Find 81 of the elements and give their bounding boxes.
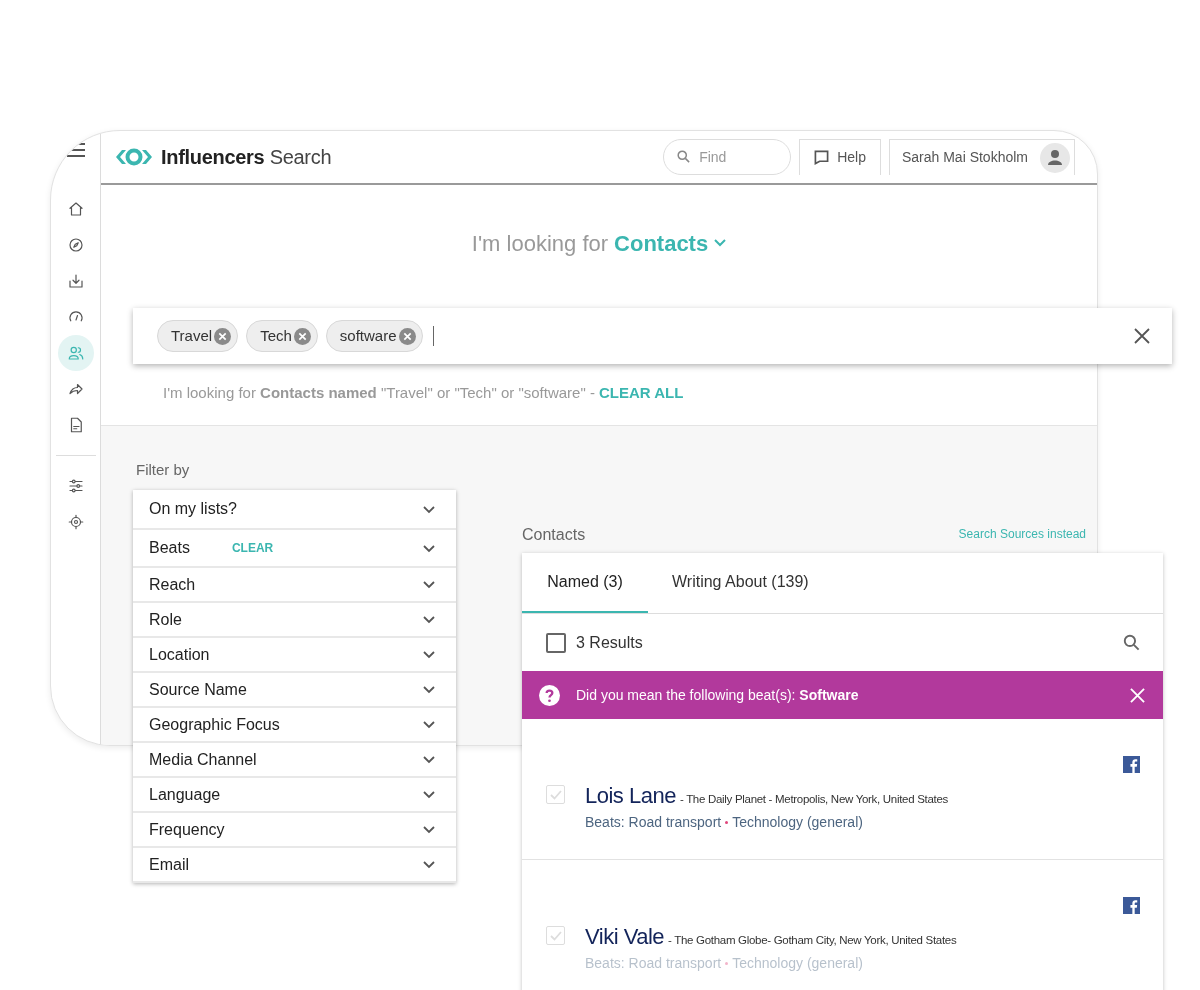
chevron-down-icon xyxy=(422,720,436,729)
results-heading: Contacts xyxy=(522,525,586,545)
avatar-icon xyxy=(1040,142,1070,173)
remove-icon[interactable] xyxy=(293,327,311,345)
chevron-down-icon xyxy=(422,504,436,514)
download-icon xyxy=(66,272,85,290)
filter-label: Frequency xyxy=(149,819,225,840)
search-chip[interactable]: software xyxy=(325,320,423,352)
chevron-down-icon xyxy=(422,860,436,869)
filter-heading: Filter by xyxy=(136,460,190,480)
filter-label: Source Name xyxy=(149,679,247,700)
row-checkbox[interactable] xyxy=(546,785,565,804)
results-tab[interactable]: Named (3) xyxy=(522,553,648,613)
checkmark-icon xyxy=(549,930,562,941)
chevron-down-icon xyxy=(422,650,436,659)
filter-row[interactable]: Reach xyxy=(133,568,456,603)
search-chip[interactable]: Travel xyxy=(157,320,239,352)
results-tab[interactable]: Writing About (139) xyxy=(648,553,833,613)
filter-row[interactable]: Source Name xyxy=(133,673,456,708)
filter-label: Role xyxy=(149,609,182,630)
beat-label: Beats: Road transport xyxy=(585,813,722,832)
people-icon xyxy=(66,344,85,362)
filter-label: Location xyxy=(149,644,210,665)
user-menu-button[interactable]: Sarah Mai Stokholm xyxy=(888,139,1075,175)
search-bar[interactable]: Travel Tech software xyxy=(133,308,1172,364)
contact-name[interactable]: Lois Lane xyxy=(585,779,676,812)
select-all-checkbox[interactable] xyxy=(546,632,566,653)
beat-label: Technology (general) xyxy=(732,954,863,973)
filter-label: Language xyxy=(149,784,221,805)
filter-row[interactable]: Location xyxy=(133,638,456,673)
chevron-down-icon xyxy=(422,825,436,834)
menu-icon[interactable] xyxy=(66,143,85,157)
search-icon[interactable] xyxy=(1122,633,1141,652)
chevron-down-icon xyxy=(422,543,436,553)
help-button[interactable]: Help xyxy=(799,139,881,175)
filter-label: On my lists? xyxy=(149,499,237,519)
filter-row[interactable]: On my lists? xyxy=(133,490,456,530)
suggestion-text: Did you mean the following beat(s): Software xyxy=(576,685,859,705)
help-icon xyxy=(539,684,560,706)
filter-label: Geographic Focus xyxy=(149,714,280,735)
compass-icon xyxy=(66,236,85,254)
chevron-down-icon xyxy=(422,615,436,624)
search-summary: I'm looking for Contacts named "Travel" or "Tech" or "software" - xyxy=(163,382,595,403)
filter-row[interactable]: Media Channel xyxy=(133,743,456,778)
filter-row[interactable]: Language xyxy=(133,778,456,813)
facebook-icon[interactable] xyxy=(1123,897,1140,914)
contact-details: - The Gotham Globe- Gotham City, New York, United States xyxy=(668,933,957,948)
chevron-down-icon xyxy=(422,790,436,799)
home-icon xyxy=(66,200,85,218)
search-icon xyxy=(676,149,692,164)
results-count: 3 Results xyxy=(576,632,643,653)
contact-name[interactable]: Viki Vale xyxy=(585,920,665,953)
filter-label: Beats xyxy=(149,538,190,558)
eye-logo-icon xyxy=(115,148,153,166)
chevron-down-icon xyxy=(422,755,436,764)
remove-icon[interactable] xyxy=(398,327,416,345)
filter-row[interactable]: Email xyxy=(133,848,456,883)
filter-row[interactable]: Beats CLEAR xyxy=(133,530,456,568)
checkmark-icon xyxy=(549,789,562,800)
text-cursor xyxy=(432,326,434,346)
remove-icon[interactable] xyxy=(214,327,232,345)
filter-row[interactable]: Geographic Focus xyxy=(133,708,456,743)
filter-label: Email xyxy=(149,854,189,875)
search-field[interactable]: Find xyxy=(663,139,792,175)
chevron-down-icon xyxy=(422,685,436,694)
app-title: Influencers Search xyxy=(161,145,332,170)
filter-label: Reach xyxy=(149,574,196,595)
facebook-icon[interactable] xyxy=(1123,756,1140,773)
beat-label: Beats: Road transport xyxy=(585,954,722,973)
sliders-icon xyxy=(66,477,85,495)
chat-bubble-icon xyxy=(814,150,830,165)
filter-label: Media Channel xyxy=(149,749,257,770)
filter-row[interactable]: Role xyxy=(133,603,456,638)
chevron-down-icon xyxy=(714,239,727,247)
beat-label: Technology (general) xyxy=(732,813,863,832)
search-chip[interactable]: Tech xyxy=(246,320,318,352)
chevron-down-icon xyxy=(422,580,436,589)
close-icon[interactable] xyxy=(1134,328,1150,344)
contact-details: - The Daily Planet - Metropolis, New York, United States xyxy=(679,792,948,807)
row-checkbox[interactable] xyxy=(546,926,565,945)
filter-row[interactable]: Frequency xyxy=(133,813,456,848)
